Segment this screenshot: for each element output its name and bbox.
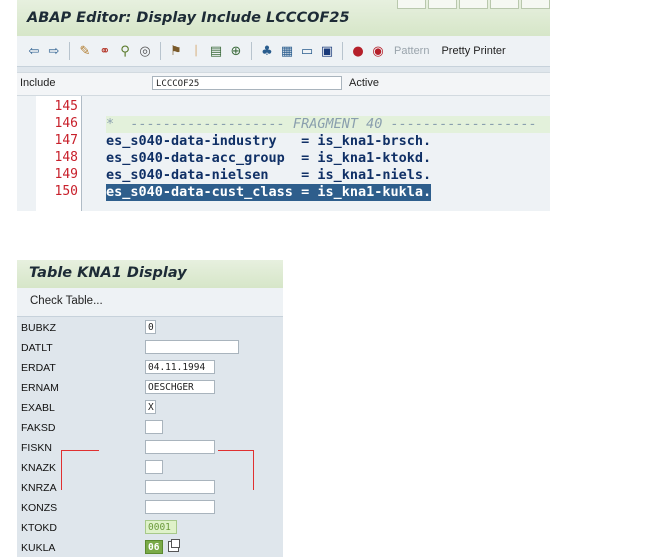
toolbar-separator	[342, 42, 343, 60]
arrow-left-icon[interactable]: ⇦	[25, 40, 43, 62]
field-row-bubkz: BUBKZ 0	[17, 318, 283, 338]
line-number: 150	[54, 184, 78, 199]
breakpoint-icon[interactable]: ●	[349, 40, 367, 62]
include-name-field[interactable]: LCCCOF25	[152, 76, 342, 90]
field-label: EXABL	[21, 402, 55, 414]
field-value[interactable]: 0001	[145, 520, 177, 534]
field-value[interactable]	[145, 480, 215, 494]
editor-title: ABAP Editor: Display Include LCCCOF25	[27, 10, 350, 26]
field-row-datlt: DATLT	[17, 338, 283, 358]
field-value[interactable]: 0	[145, 320, 156, 334]
field-row-fiskn: FISKN	[17, 438, 283, 458]
code-line-selected[interactable]: es_s040-data-cust_class = is_kna1-kukla.	[106, 184, 432, 201]
field-row-exabl: EXABL X	[17, 398, 283, 418]
field-label: KNRZA	[21, 482, 57, 494]
field-label: ERNAM	[21, 382, 59, 394]
field-row-ernam: ERNAM OESCHGER	[17, 378, 283, 398]
window-button-3[interactable]	[459, 0, 488, 9]
field-row-knrza: KNRZA	[17, 478, 283, 498]
session-breakpoint-icon[interactable]: ◉	[369, 40, 387, 62]
editor-toolbar: ⇦ ⇨ ✎ ⚭ ⚲ ◎ ⚑ ᛁ ▤ ⊕ ♣ ▦ ▭ ▣ ● ◉ Pattern …	[17, 36, 550, 67]
pattern-button[interactable]: Pattern	[388, 45, 435, 57]
monitor-icon[interactable]: ▭	[298, 40, 316, 62]
window-button-5[interactable]	[521, 0, 550, 9]
field-value[interactable]: X	[145, 400, 156, 414]
line-number: 147	[54, 133, 78, 148]
code-area[interactable]: 145 146 147 148 149 150 * --------------…	[17, 96, 550, 211]
table-title-bar: Table KNA1 Display	[17, 260, 283, 288]
field-value[interactable]	[145, 420, 163, 434]
window-button-4[interactable]	[490, 0, 519, 9]
toolbar-separator	[251, 42, 252, 60]
field-row-konzs: KONZS	[17, 498, 283, 518]
field-row-knazk: KNAZK	[17, 458, 283, 478]
window-button-1[interactable]	[397, 0, 426, 9]
toolbar-separator	[69, 42, 70, 60]
include-label: Include	[20, 77, 56, 89]
field-value[interactable]	[145, 500, 215, 514]
pencil-glasses-icon[interactable]: ✎	[76, 40, 94, 62]
field-value[interactable]	[145, 340, 239, 354]
value-help-icon[interactable]	[168, 539, 180, 552]
table-toolbar: Check Table...	[17, 288, 283, 317]
field-label: ERDAT	[21, 362, 56, 374]
field-value[interactable]: 04.11.1994	[145, 360, 215, 374]
include-row: Include LCCCOF25 Active	[17, 72, 550, 96]
line-number: 145	[54, 99, 78, 114]
activate-icon[interactable]: ◎	[136, 40, 154, 62]
table-display-window: Table KNA1 Display Check Table... BUBKZ …	[17, 260, 283, 557]
information-icon[interactable]: ▣	[318, 40, 336, 62]
abap-editor-window: ABAP Editor: Display Include LCCCOF25 ⇦ …	[17, 0, 550, 211]
field-label: KTOKD	[21, 522, 57, 534]
field-label: FAKSD	[21, 422, 56, 434]
annotation-line	[218, 450, 253, 451]
code-line-comment[interactable]: * ------------------- FRAGMENT 40 ------…	[106, 116, 550, 133]
status-text: Active	[349, 77, 379, 89]
check-table-button[interactable]: Check Table...	[30, 295, 103, 307]
pretty-printer-button[interactable]: Pretty Printer	[435, 45, 511, 57]
field-label: DATLT	[21, 342, 53, 354]
field-row-ktokd: KTOKD 0001	[17, 518, 283, 538]
info-icon[interactable]: ᛁ	[187, 40, 205, 62]
field-label: KONZS	[21, 502, 58, 514]
line-number: 148	[54, 150, 78, 165]
field-label: BUBKZ	[21, 322, 57, 334]
field-label: FISKN	[21, 442, 52, 454]
annotation-line	[61, 450, 99, 451]
field-value[interactable]	[145, 460, 163, 474]
field-row-faksd: FAKSD	[17, 418, 283, 438]
table-title: Table KNA1 Display	[29, 265, 187, 281]
where-used-icon[interactable]: ⚭	[96, 40, 114, 62]
editor-title-bar: ABAP Editor: Display Include LCCCOF25	[17, 0, 550, 36]
window-controls	[397, 0, 550, 9]
annotation-line	[61, 450, 62, 490]
field-label: KUKLA	[21, 542, 56, 554]
hierarchy-icon[interactable]: ⚑	[167, 40, 185, 62]
code-line[interactable]: es_s040-data-nielsen = is_kna1-niels.	[106, 167, 431, 184]
code-line[interactable]: es_s040-data-industry = is_kna1-brsch.	[106, 133, 431, 150]
nav-window-icon[interactable]: ⊕	[227, 40, 245, 62]
layout-icon[interactable]: ♣	[258, 40, 276, 62]
window-button-2[interactable]	[428, 0, 457, 9]
line-number: 149	[54, 167, 78, 182]
tree-icon[interactable]: ▦	[278, 40, 296, 62]
annotation-line	[253, 450, 254, 490]
field-row-erdat: ERDAT 04.11.1994	[17, 358, 283, 378]
object-list-icon[interactable]: ⚲	[116, 40, 134, 62]
field-value[interactable]: 06	[145, 540, 163, 554]
field-row-kukla: KUKLA 06	[17, 538, 283, 557]
field-value[interactable]: OESCHGER	[145, 380, 215, 394]
field-label: KNAZK	[21, 462, 57, 474]
toolbar-separator	[160, 42, 161, 60]
field-value[interactable]	[145, 440, 215, 454]
arrow-right-icon[interactable]: ⇨	[45, 40, 63, 62]
stack-icon[interactable]: ▤	[207, 40, 225, 62]
line-number: 146	[54, 116, 78, 131]
code-line[interactable]: es_s040-data-acc_group = is_kna1-ktokd.	[106, 150, 431, 167]
